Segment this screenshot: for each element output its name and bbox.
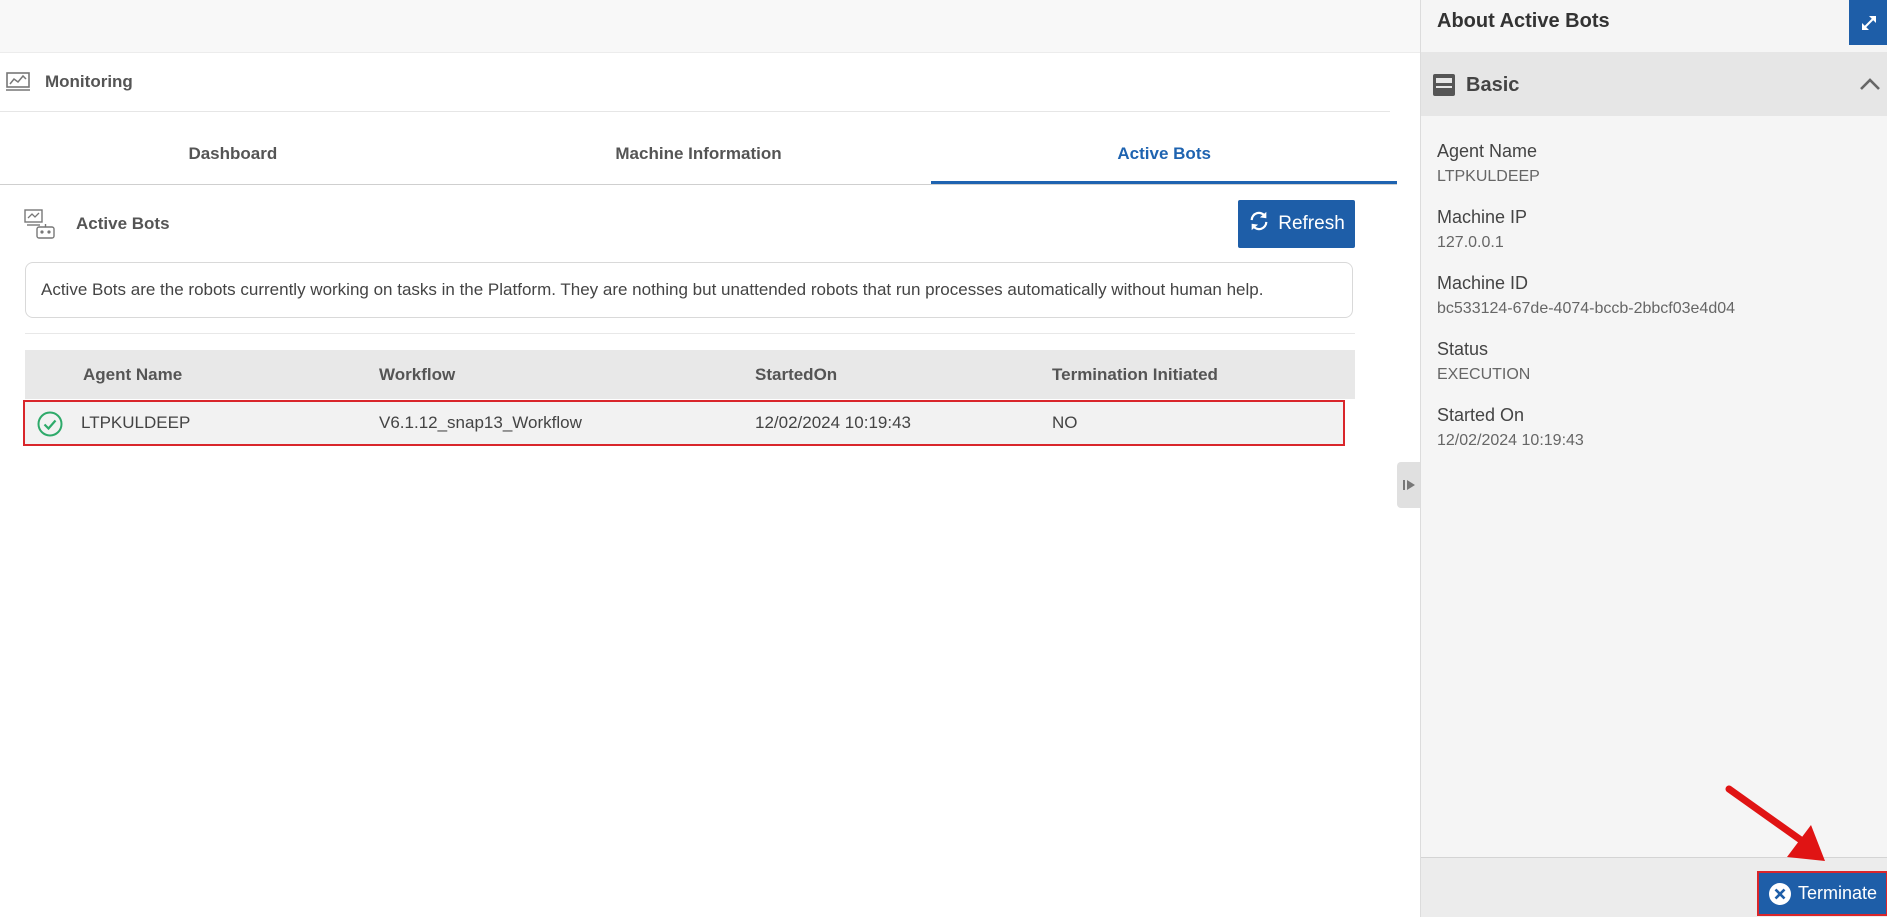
started-on-label: Started On xyxy=(1437,405,1525,425)
status-label: Status xyxy=(1437,339,1489,359)
section-header: Active Bots xyxy=(24,206,170,242)
column-header-termination-initiated[interactable]: Termination Initiated xyxy=(1052,365,1218,385)
expand-icon xyxy=(1861,15,1876,30)
description-text: Active Bots are the robots currently wor… xyxy=(41,280,1264,299)
tab-bar: Dashboard Machine Information Active Bot… xyxy=(0,130,1398,185)
bot-monitor-icon xyxy=(24,208,56,240)
check-circle-icon xyxy=(37,411,63,437)
page-title: Monitoring xyxy=(45,72,133,91)
top-strip xyxy=(0,0,1420,53)
table-header: Agent Name Workflow StartedOn Terminatio… xyxy=(25,350,1355,399)
cell-agent-name: LTPKULDEEP xyxy=(81,413,191,432)
machine-ip-value: 127.0.0.1 xyxy=(1437,234,1504,251)
divider xyxy=(25,333,1355,334)
agent-name-label: Agent Name xyxy=(1437,141,1538,161)
active-bots-table: Agent Name Workflow StartedOn Terminatio… xyxy=(23,350,1355,446)
chevron-up-icon[interactable] xyxy=(1858,72,1882,96)
started-on-value: 12/02/2024 10:19:43 xyxy=(1437,432,1584,449)
machine-id-label: Machine ID xyxy=(1437,273,1529,293)
panel-footer: Terminate xyxy=(1421,857,1887,917)
column-header-agent-name[interactable]: Agent Name xyxy=(83,365,182,385)
panel-collapse-handle[interactable] xyxy=(1397,462,1420,508)
tab-active-bots[interactable]: Active Bots xyxy=(931,130,1398,184)
cell-termination-initiated: NO xyxy=(1052,413,1078,432)
server-icon xyxy=(1433,74,1455,96)
cell-started-on: 12/02/2024 10:19:43 xyxy=(755,413,911,432)
refresh-button[interactable]: Refresh xyxy=(1238,200,1355,248)
tab-dashboard[interactable]: Dashboard xyxy=(0,130,466,184)
collapse-right-icon xyxy=(1402,480,1415,490)
machine-id-value: bc533124-67de-4074-bccb-2bbcf03e4d04 xyxy=(1437,300,1736,317)
agent-name-value: LTPKULDEEP xyxy=(1437,168,1540,185)
page-header: Monitoring xyxy=(0,53,1390,112)
table-row[interactable]: LTPKULDEEP V6.1.12_snap13_Workflow 12/02… xyxy=(23,400,1345,446)
description-box: Active Bots are the robots currently wor… xyxy=(25,262,1353,318)
section-title: Active Bots xyxy=(76,214,170,233)
tab-machine-information[interactable]: Machine Information xyxy=(466,130,932,184)
basic-section-header[interactable]: Basic xyxy=(1421,52,1887,116)
annotation-arrow-icon xyxy=(1725,785,1825,861)
machine-ip-label: Machine IP xyxy=(1437,207,1528,227)
panel-header: About Active Bots xyxy=(1421,0,1887,45)
details-panel: About Active Bots Basic Agent Name LTPKU… xyxy=(1420,0,1887,917)
refresh-icon xyxy=(1248,210,1270,238)
basic-section-label: Basic xyxy=(1466,74,1520,96)
terminate-label: Terminate xyxy=(1797,883,1878,903)
panel-title: About Active Bots xyxy=(1437,10,1610,32)
monitor-icon xyxy=(6,72,30,92)
status-value: EXECUTION xyxy=(1437,366,1531,383)
column-header-workflow[interactable]: Workflow xyxy=(379,365,455,385)
refresh-label: Refresh xyxy=(1278,213,1345,234)
terminate-button[interactable]: Terminate xyxy=(1757,871,1887,916)
cell-workflow: V6.1.12_snap13_Workflow xyxy=(379,413,582,432)
expand-button[interactable] xyxy=(1849,0,1887,45)
close-circle-icon xyxy=(1768,882,1791,905)
column-header-started-on[interactable]: StartedOn xyxy=(755,365,837,385)
